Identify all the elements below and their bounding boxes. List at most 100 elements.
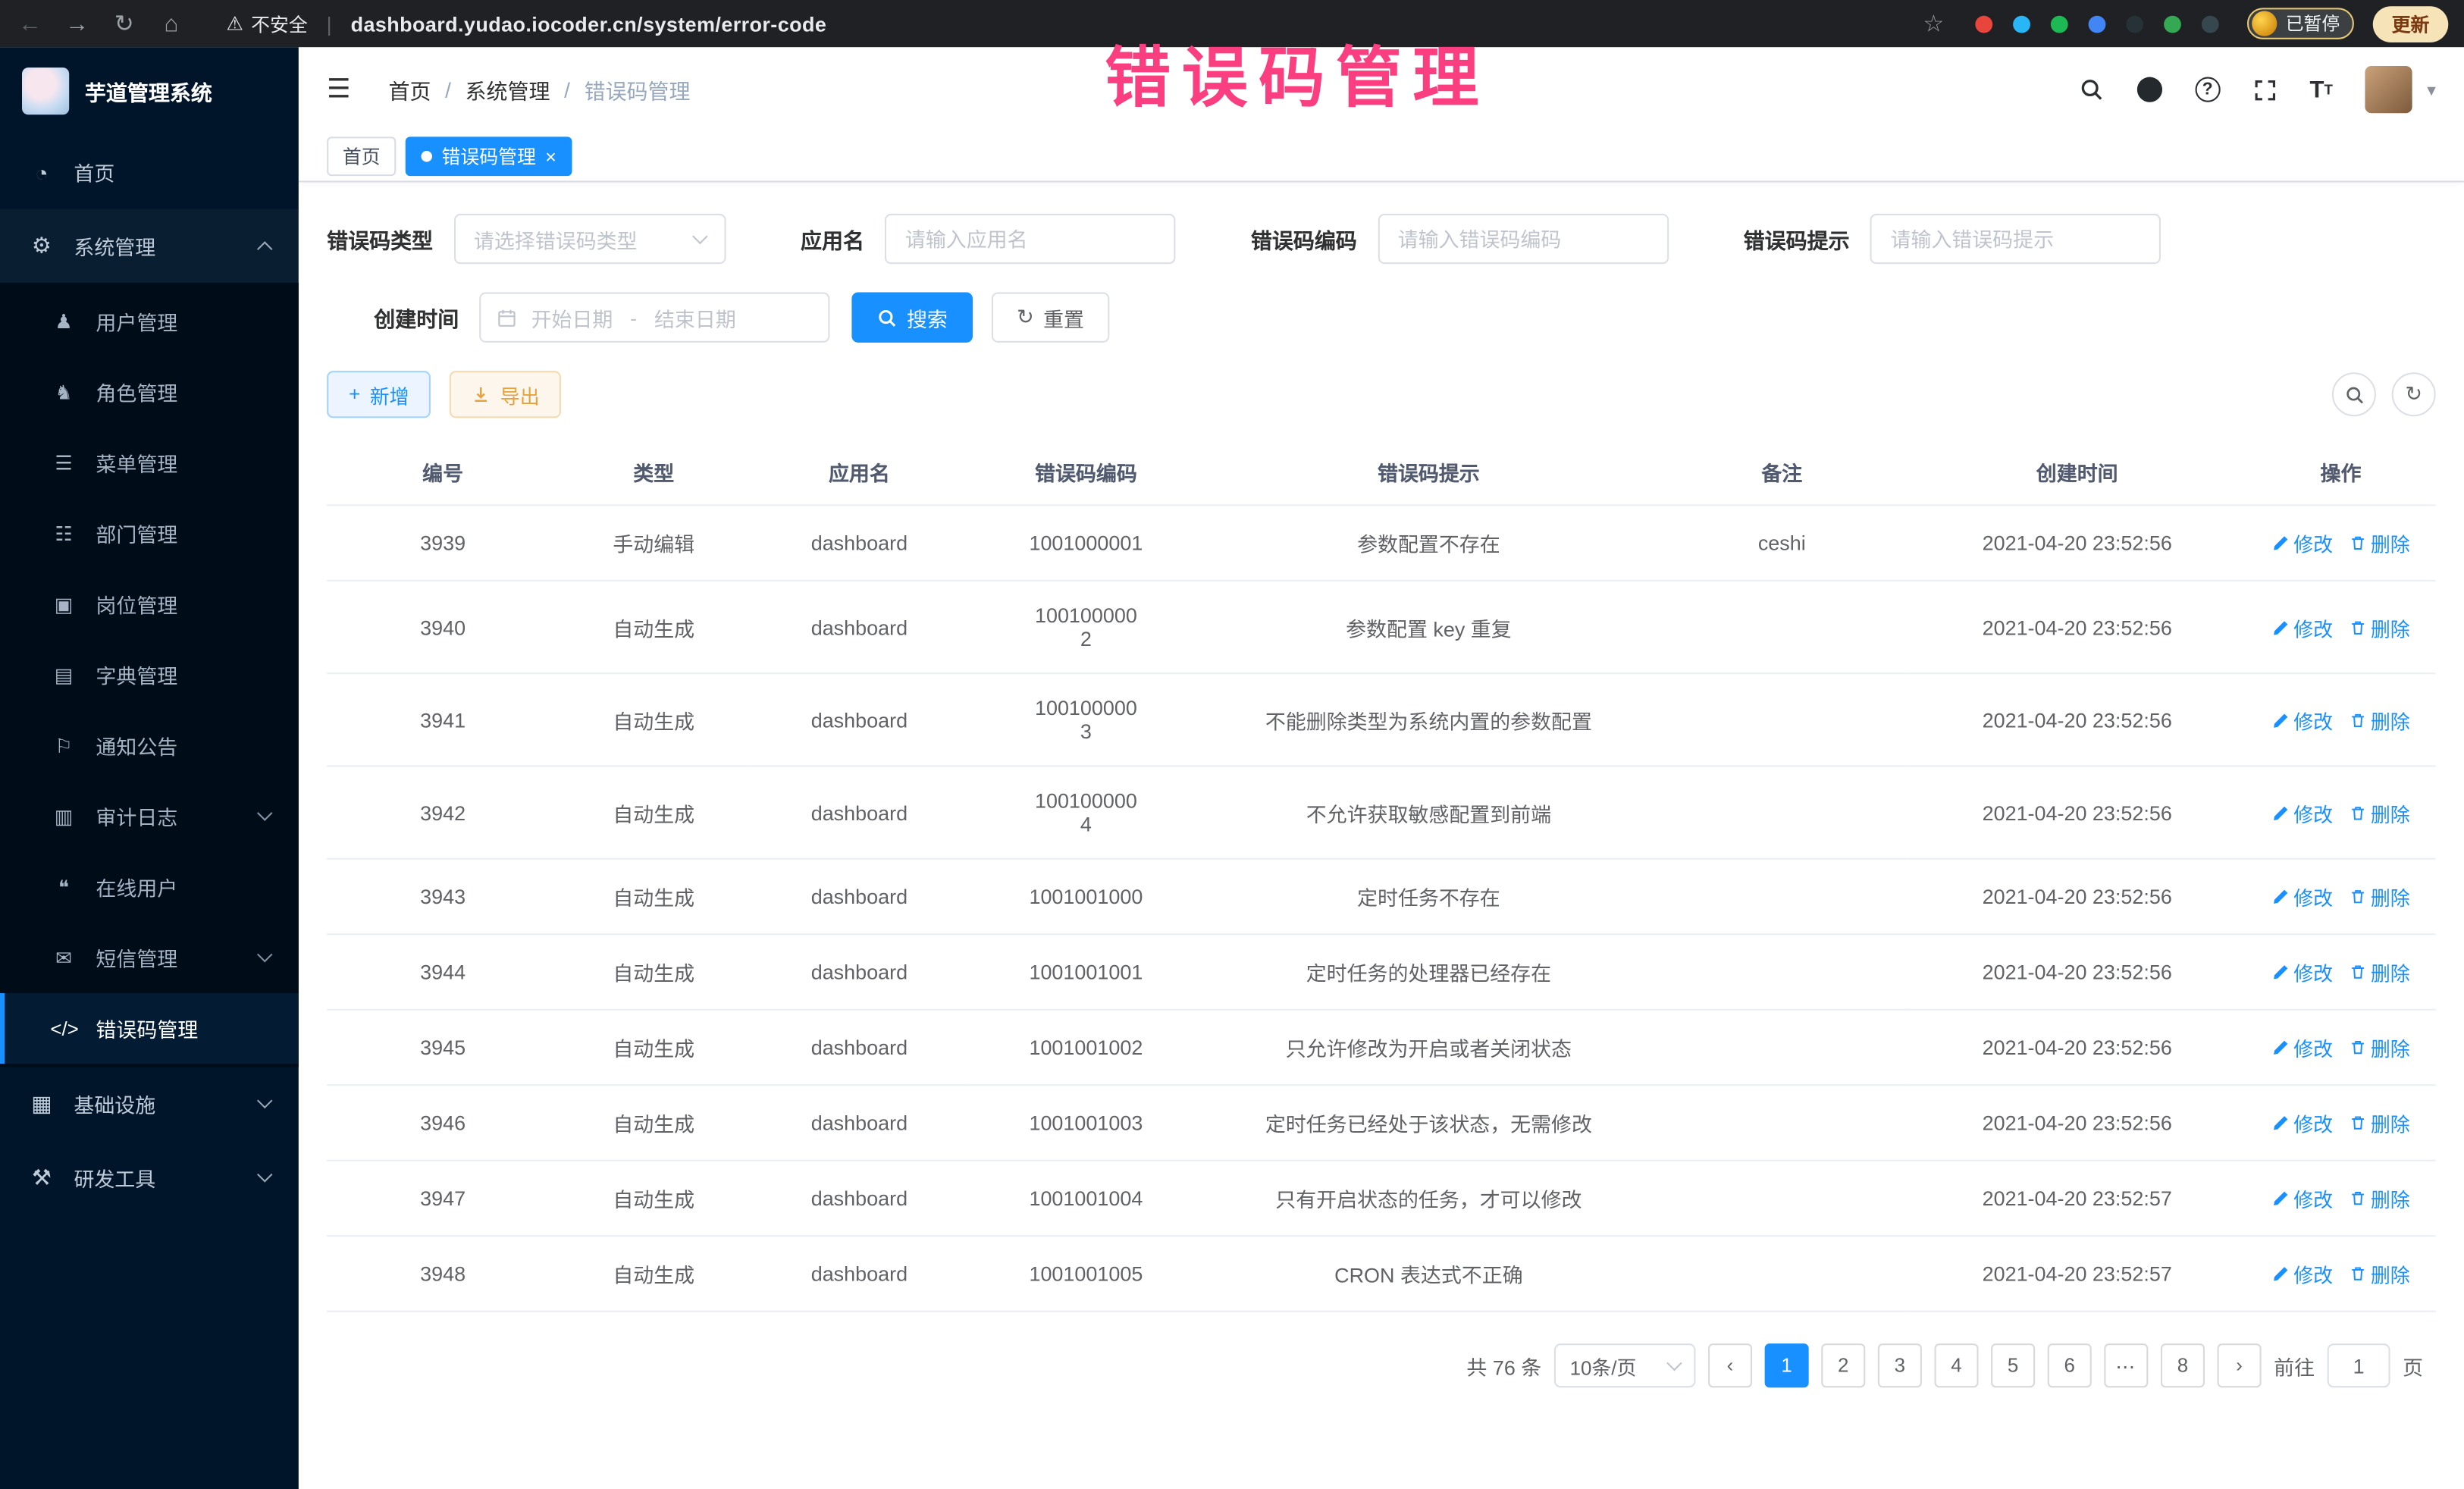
extension-icon[interactable]: [2089, 15, 2107, 33]
tab-error-code-management[interactable]: 错误码管理 ×: [406, 136, 572, 176]
error-code-input[interactable]: [1378, 214, 1668, 264]
delete-link[interactable]: 删除: [2349, 957, 2410, 986]
error-code-type-select[interactable]: 请选择错误码类型: [453, 214, 726, 264]
page-button-3[interactable]: 3: [1878, 1343, 1922, 1387]
extension-icon[interactable]: [1976, 15, 1993, 33]
page-button-1[interactable]: 1: [1765, 1343, 1809, 1387]
edit-link[interactable]: 修改: [2271, 612, 2333, 641]
add-button[interactable]: + 新增: [327, 371, 431, 418]
chevron-up-icon: [257, 241, 273, 257]
breadcrumb-system[interactable]: 系统管理: [466, 74, 550, 105]
sidebar-item-home[interactable]: ◔ 首页: [0, 135, 299, 208]
forward-icon[interactable]: →: [63, 10, 91, 36]
page-size-select[interactable]: 10条/页: [1554, 1343, 1696, 1387]
sidebar-item-post-management[interactable]: ▣ 岗位管理: [0, 569, 299, 639]
refresh-table-button[interactable]: ↻: [2392, 372, 2436, 416]
delete-link[interactable]: 删除: [2349, 528, 2410, 557]
browser-update-button[interactable]: 更新: [2373, 5, 2449, 42]
cell-id: 3947: [327, 1161, 559, 1236]
edit-link[interactable]: 修改: [2271, 882, 2333, 911]
edit-link[interactable]: 修改: [2271, 705, 2333, 735]
create-time-range-picker[interactable]: 开始日期 - 结束日期: [479, 293, 829, 343]
edit-link[interactable]: 修改: [2271, 957, 2333, 986]
sidebar-item-user-management[interactable]: ♟ 用户管理: [0, 286, 299, 356]
reset-button[interactable]: ↻ 重置: [992, 293, 1109, 343]
delete-link[interactable]: 删除: [2349, 705, 2410, 735]
font-size-icon[interactable]: TT: [2309, 77, 2332, 103]
tab-close-icon[interactable]: ×: [545, 147, 556, 166]
sidebar-collapse-icon[interactable]: ☰: [327, 74, 351, 105]
edit-link[interactable]: 修改: [2271, 1033, 2333, 1062]
edit-link[interactable]: 修改: [2271, 528, 2333, 557]
extension-icon[interactable]: [2127, 15, 2144, 33]
page-button-4[interactable]: 4: [1934, 1343, 1978, 1387]
cell-time: 2021-04-20 23:52:56: [1908, 1010, 2246, 1085]
app-logo[interactable]: 芋道管理系统: [0, 47, 299, 135]
extension-icon[interactable]: [2165, 15, 2182, 33]
app-name-input[interactable]: [885, 214, 1175, 264]
toggle-search-button[interactable]: [2332, 372, 2376, 416]
chevron-down-icon: [257, 1093, 273, 1109]
page-button-6[interactable]: 6: [2048, 1343, 2092, 1387]
sidebar-item-error-code-management[interactable]: </> 错误码管理: [0, 993, 299, 1064]
tab-home[interactable]: 首页: [327, 136, 396, 176]
user-avatar[interactable]: [2365, 66, 2412, 113]
sidebar-item-dict-management[interactable]: ▤ 字典管理: [0, 640, 299, 710]
edit-link[interactable]: 修改: [2271, 798, 2333, 827]
sms-icon: ✉: [50, 946, 77, 970]
reload-icon[interactable]: ↻: [110, 9, 138, 37]
delete-link[interactable]: 删除: [2349, 1259, 2410, 1288]
app-name-label: 应用名: [801, 223, 864, 254]
extension-icon[interactable]: [2202, 15, 2220, 33]
page-button-5[interactable]: 5: [1991, 1343, 2035, 1387]
online-user-icon: ❝: [50, 875, 77, 898]
sidebar-item-notice-management[interactable]: ⚐ 通知公告: [0, 710, 299, 781]
cell-hint: 只允许修改为开启或者关闭状态: [1202, 1010, 1655, 1085]
pencil-icon: [2271, 1039, 2289, 1056]
profile-paused-badge[interactable]: 已暂停: [2248, 8, 2354, 39]
delete-link[interactable]: 删除: [2349, 882, 2410, 911]
sidebar-item-department-management[interactable]: ☷ 部门管理: [0, 498, 299, 569]
delete-link[interactable]: 删除: [2349, 1033, 2410, 1062]
sidebar-item-online-users[interactable]: ❝ 在线用户: [0, 851, 299, 922]
page-button-2[interactable]: 2: [1821, 1343, 1865, 1387]
caret-down-icon[interactable]: ▾: [2427, 80, 2435, 100]
browser-home-icon[interactable]: ⌂: [157, 10, 185, 36]
bookmark-star-icon[interactable]: ☆: [1920, 9, 1948, 37]
sidebar-item-menu-management[interactable]: ☰ 菜单管理: [0, 428, 299, 498]
cell-hint: 参数配置 key 重复: [1202, 581, 1655, 673]
next-page-button[interactable]: ›: [2218, 1343, 2262, 1387]
breadcrumb-home[interactable]: 首页: [388, 74, 431, 105]
extension-icon[interactable]: [2014, 15, 2031, 33]
edit-link[interactable]: 修改: [2271, 1183, 2333, 1213]
sidebar-item-system-management[interactable]: ⚙ 系统管理: [0, 209, 299, 283]
address-bar[interactable]: dashboard.yudao.iocoder.cn/system/error-…: [351, 12, 827, 36]
edit-link[interactable]: 修改: [2271, 1108, 2333, 1137]
search-icon[interactable]: [2079, 77, 2104, 102]
search-button[interactable]: 搜索: [851, 293, 973, 343]
sidebar-item-audit-log[interactable]: ▥ 审计日志: [0, 781, 299, 851]
export-button[interactable]: 导出: [450, 371, 561, 418]
github-icon[interactable]: [2136, 77, 2161, 102]
sidebar-item-sms-management[interactable]: ✉ 短信管理: [0, 923, 299, 993]
sidebar-item-role-management[interactable]: ♞ 角色管理: [0, 357, 299, 428]
page-button-8[interactable]: 8: [2161, 1343, 2205, 1387]
page-ellipsis[interactable]: ⋯: [2104, 1343, 2148, 1387]
help-icon[interactable]: ?: [2195, 77, 2220, 102]
delete-link[interactable]: 删除: [2349, 1183, 2410, 1213]
menu-list-icon: ☰: [50, 451, 77, 475]
sidebar-item-devtools[interactable]: ⚒ 研发工具: [0, 1141, 299, 1215]
extension-icon[interactable]: [2052, 15, 2069, 33]
back-icon[interactable]: ←: [16, 10, 44, 36]
cell-remark: [1655, 1010, 1908, 1085]
delete-link[interactable]: 删除: [2349, 798, 2410, 827]
prev-page-button[interactable]: ‹: [1708, 1343, 1752, 1387]
error-hint-input[interactable]: [1870, 214, 2161, 264]
edit-link[interactable]: 修改: [2271, 1259, 2333, 1288]
goto-page-input[interactable]: [2328, 1343, 2390, 1387]
delete-link[interactable]: 删除: [2349, 612, 2410, 641]
security-indicator[interactable]: ⚠ 不安全: [226, 10, 307, 36]
delete-link[interactable]: 删除: [2349, 1108, 2410, 1137]
fullscreen-icon[interactable]: [2253, 78, 2277, 102]
sidebar-item-infrastructure[interactable]: ▦ 基础设施: [0, 1067, 299, 1140]
